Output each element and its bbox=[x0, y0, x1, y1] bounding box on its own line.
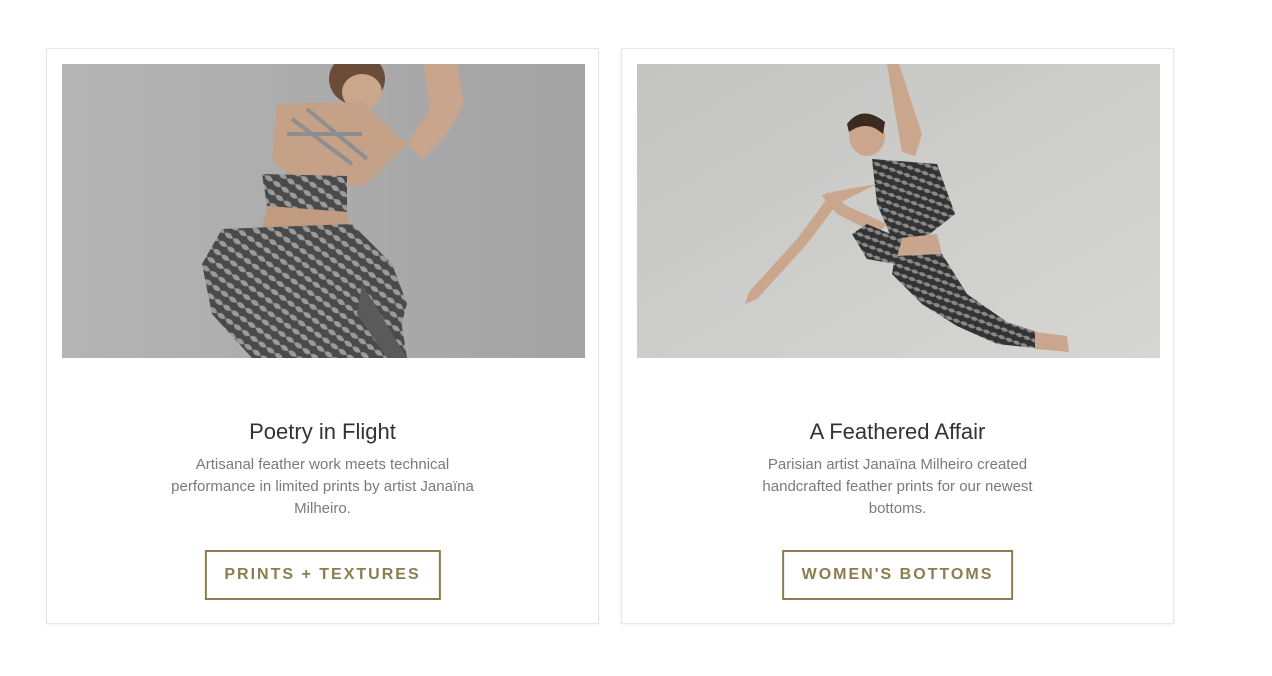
card-description: Artisanal feather work meets technical p… bbox=[171, 456, 474, 517]
card-title: Poetry in Flight bbox=[249, 419, 396, 444]
feature-cards-row: Poetry in Flight Artisanal feather work … bbox=[46, 48, 1174, 624]
card-description: Parisian artist Janaïna Milheiro created… bbox=[762, 456, 1033, 517]
feature-card-poetry-in-flight: Poetry in Flight Artisanal feather work … bbox=[46, 48, 599, 624]
leaping-dancer-photo[interactable] bbox=[637, 64, 1160, 358]
womens-bottoms-button[interactable]: WOMEN'S BOTTOMS bbox=[781, 550, 1014, 600]
prints-textures-button[interactable]: PRINTS + TEXTURES bbox=[204, 550, 441, 600]
dancer-photo[interactable] bbox=[62, 64, 585, 358]
card-title: A Feathered Affair bbox=[809, 419, 986, 444]
feature-card-feathered-affair: A Feathered Affair Parisian artist Janaï… bbox=[621, 48, 1174, 624]
